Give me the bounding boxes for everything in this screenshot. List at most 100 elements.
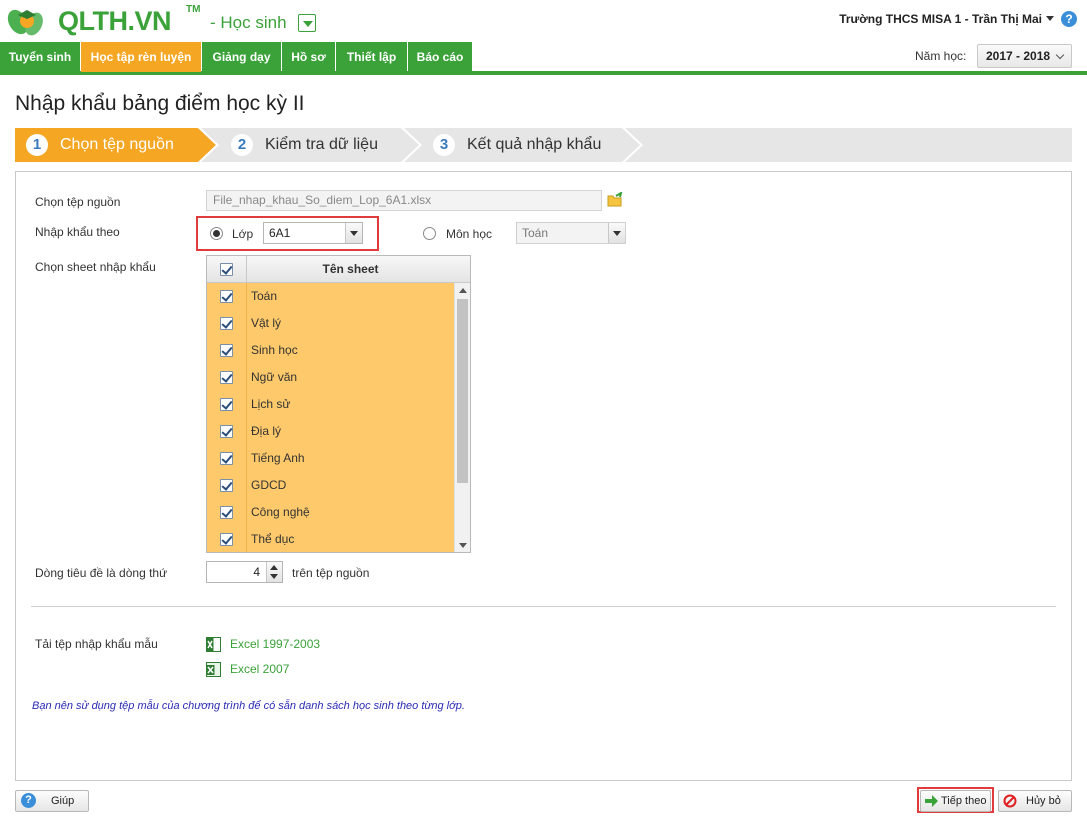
excel-icon — [206, 662, 221, 677]
hint-text: Bạn nên sử dụng tệp mẫu của chương trình… — [32, 700, 465, 712]
header-row-suffix: trên tệp nguồn — [292, 566, 370, 580]
sheet-row[interactable]: GDCD — [207, 472, 454, 499]
import-form-panel — [15, 171, 1072, 781]
sheet-select-label: Chọn sheet nhập khẩu — [35, 260, 156, 274]
source-file-input[interactable]: File_nhap_khau_So_diem_Lop_6A1.xlsx — [206, 190, 602, 211]
sheet-checkbox[interactable] — [220, 398, 233, 411]
app-switch-dropdown-icon[interactable] — [298, 14, 316, 32]
sheet-name: Thể dục — [251, 532, 295, 546]
row-separator — [246, 337, 247, 364]
row-separator — [246, 391, 247, 418]
sheet-name: Địa lý — [251, 424, 282, 438]
sheet-checkbox[interactable] — [220, 290, 233, 303]
template-link-excel-2007[interactable]: Excel 2007 — [230, 662, 289, 676]
wizard-step-3-number: 3 — [433, 134, 455, 156]
stepper-buttons[interactable] — [266, 562, 282, 582]
sheet-name: Toán — [251, 289, 278, 303]
next-button[interactable]: Tiếp theo — [920, 790, 991, 812]
help-icon[interactable]: ? — [1061, 11, 1077, 27]
scroll-thumb[interactable] — [457, 299, 468, 483]
sheet-row[interactable]: Toán — [207, 283, 454, 310]
sheet-row[interactable]: Thể dục — [207, 526, 454, 552]
sheet-grid-body: Toán Vật lý Sinh học Ngữ văn Lịch sử Địa lý Ti… — [207, 283, 454, 552]
sheet-checkbox[interactable] — [220, 344, 233, 357]
excel-icon — [206, 637, 221, 652]
stepper-down-icon[interactable] — [270, 574, 278, 579]
nav-tab-bao-cao[interactable]: Báo cáo — [408, 42, 472, 72]
school-year-label: Năm học: — [915, 49, 967, 63]
sheet-row[interactable]: Công nghệ — [207, 499, 454, 526]
subject-select[interactable]: Toán — [516, 222, 626, 244]
sheet-name: Ngữ văn — [251, 370, 298, 384]
header-row-value: 4 — [253, 565, 260, 579]
sheet-grid: Tên sheet Toán Vật lý Sinh học Ngữ văn Lịch … — [206, 255, 471, 553]
class-select-dropdown-icon[interactable] — [345, 223, 362, 243]
sheet-name: Sinh học — [251, 343, 298, 357]
wizard-step-2-number: 2 — [231, 134, 253, 156]
sheet-row[interactable]: Sinh học — [207, 337, 454, 364]
sheet-checkbox[interactable] — [220, 479, 233, 492]
class-radio[interactable] — [210, 227, 223, 240]
logo-trademark: TM — [186, 4, 201, 15]
help-button[interactable]: ? Giúp — [15, 790, 89, 812]
header-row-stepper[interactable]: 4 — [206, 561, 283, 583]
sheet-name: GDCD — [251, 478, 287, 492]
sheet-grid-header: Tên sheet — [207, 256, 470, 283]
cancel-button[interactable]: Hủy bỏ — [998, 790, 1072, 812]
cancel-icon — [1003, 794, 1017, 808]
wizard-step-1-number: 1 — [26, 134, 48, 156]
select-all-checkbox[interactable] — [220, 263, 233, 276]
template-download-label: Tải tệp nhập khẩu mẫu — [35, 637, 158, 651]
subject-select-dropdown-icon[interactable] — [608, 223, 625, 243]
arrow-right-icon — [925, 795, 938, 807]
sheet-checkbox[interactable] — [220, 317, 233, 330]
wizard-step-1-label: Chọn tệp nguồn — [60, 136, 174, 153]
row-separator — [246, 310, 247, 337]
sheet-name: Vật lý — [251, 316, 282, 330]
subject-radio[interactable] — [423, 227, 436, 240]
nav-tab-hoc-tap-ren-luyen[interactable]: Học tập rèn luyện — [81, 42, 201, 72]
user-menu[interactable]: Trường THCS MISA 1 - Trần Thị Mai — [839, 12, 1042, 26]
sheet-checkbox[interactable] — [220, 533, 233, 546]
user-menu-caret-icon[interactable] — [1046, 16, 1054, 21]
wizard-step-3-label: Kết quả nhập khẩu — [467, 136, 602, 153]
help-button-label: Giúp — [51, 795, 75, 807]
sheet-row[interactable]: Vật lý — [207, 310, 454, 337]
subject-radio-label: Môn học — [446, 227, 493, 241]
sheet-row[interactable]: Ngữ văn — [207, 364, 454, 391]
class-radio-label: Lớp — [232, 227, 254, 241]
browse-folder-icon[interactable] — [607, 192, 623, 208]
nav-tab-ho-so[interactable]: Hồ sơ — [282, 42, 335, 72]
nav-tab-giang-day[interactable]: Giảng dạy — [202, 42, 281, 72]
import-by-label: Nhập khẩu theo — [35, 225, 120, 239]
nav-tab-thiet-lap[interactable]: Thiết lập — [336, 42, 407, 72]
row-separator — [246, 364, 247, 391]
app-switch-label[interactable]: - Học sinh — [210, 13, 287, 33]
row-separator — [246, 283, 247, 310]
class-select[interactable]: 6A1 — [263, 222, 363, 244]
page-title: Nhập khẩu bảng điểm học kỳ II — [15, 92, 305, 115]
next-button-label: Tiếp theo — [941, 795, 987, 807]
sheet-row[interactable]: Địa lý — [207, 418, 454, 445]
sheet-checkbox[interactable] — [220, 452, 233, 465]
sheet-checkbox[interactable] — [220, 371, 233, 384]
school-year-select[interactable]: 2017 - 2018 — [977, 44, 1072, 68]
scroll-down-icon[interactable] — [459, 543, 467, 548]
template-link-excel-1997[interactable]: Excel 1997-2003 — [230, 637, 320, 651]
sheet-checkbox[interactable] — [220, 506, 233, 519]
sheet-row[interactable]: Tiếng Anh — [207, 445, 454, 472]
section-divider — [31, 606, 1056, 607]
sheet-name: Lịch sử — [251, 397, 291, 411]
sheet-row[interactable]: Lịch sử — [207, 391, 454, 418]
sheet-checkbox[interactable] — [220, 425, 233, 438]
stepper-up-icon[interactable] — [270, 565, 278, 570]
class-select-value: 6A1 — [269, 226, 291, 240]
sheet-grid-scrollbar[interactable] — [454, 283, 470, 552]
logo-icon — [7, 9, 43, 36]
app-header: QLTH.VN TM - Học sinh Trường THCS MISA 1… — [0, 0, 1087, 42]
help-icon: ? — [21, 793, 36, 808]
scroll-up-icon[interactable] — [459, 288, 467, 293]
row-separator — [246, 472, 247, 499]
nav-tab-tuyen-sinh[interactable]: Tuyển sinh — [0, 42, 80, 72]
sheet-name: Tiếng Anh — [251, 451, 305, 465]
